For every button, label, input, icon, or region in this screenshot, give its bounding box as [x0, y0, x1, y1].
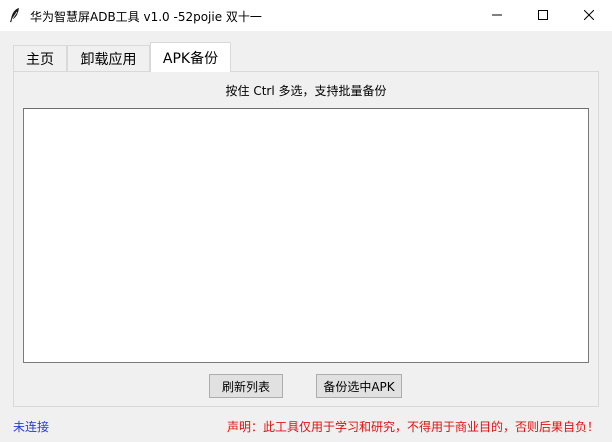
multi-select-hint: 按住 Ctrl 多选，支持批量备份	[225, 84, 387, 98]
maximize-icon	[538, 9, 548, 23]
title-bar[interactable]: 华为智慧屏ADB工具 v1.0 -52pojie 双十一	[0, 0, 612, 31]
tab-home[interactable]: 主页	[13, 45, 67, 71]
close-button[interactable]	[566, 0, 612, 31]
maximize-button[interactable]	[520, 0, 566, 31]
app-window: 华为智慧屏ADB工具 v1.0 -52pojie 双十一 主页 卸载应用 APK…	[0, 0, 612, 442]
tab-uninstall-apps[interactable]: 卸载应用	[67, 45, 150, 71]
apk-listbox[interactable]	[23, 108, 589, 363]
minimize-icon	[492, 9, 502, 23]
backup-selected-apk-button[interactable]: 备份选中APK	[316, 374, 402, 398]
tab-apk-backup[interactable]: APK备份	[150, 42, 231, 72]
window-title: 华为智慧屏ADB工具 v1.0 -52pojie 双十一	[30, 10, 262, 24]
apk-backup-panel: 按住 Ctrl 多选，支持批量备份 刷新列表 备份选中APK	[13, 71, 599, 407]
minimize-button[interactable]	[474, 0, 520, 31]
disclaimer-text: 声明：此工具仅用于学习和研究，不得用于商业目的，否则后果自负！	[226, 420, 599, 434]
feather-icon	[9, 7, 21, 23]
refresh-list-button[interactable]: 刷新列表	[209, 374, 283, 398]
close-icon	[583, 9, 595, 23]
connection-status: 未连接	[13, 420, 50, 434]
